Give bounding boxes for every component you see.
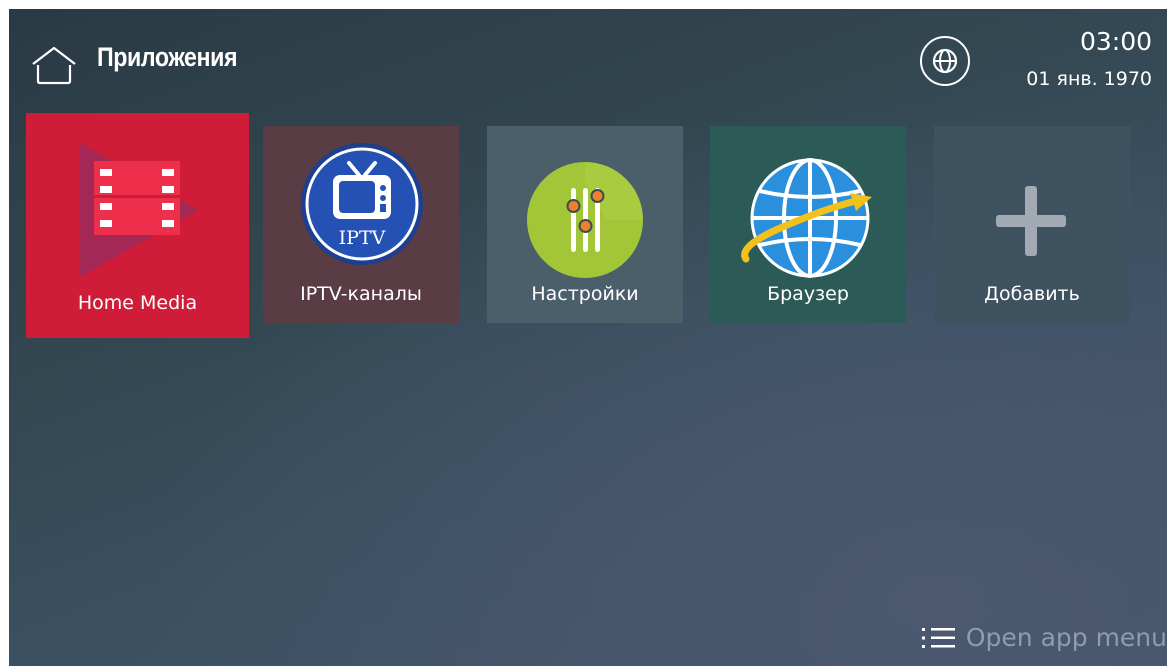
app-tile-home-media[interactable]: Home Media — [26, 113, 249, 338]
launcher-screen: Приложения 03:00 01 янв. 1970 Home Media… — [9, 9, 1167, 666]
network-button[interactable] — [920, 36, 970, 86]
app-label: Добавить — [984, 283, 1080, 305]
app-label: Home Media — [77, 292, 198, 314]
app-tile-browser[interactable]: Браузер — [710, 126, 906, 323]
iptv-tv-icon: IPTV — [301, 143, 423, 265]
app-tile-add[interactable]: Добавить — [934, 126, 1130, 323]
app-tile-settings[interactable]: Настройки — [487, 126, 683, 323]
iptv-badge: IPTV — [339, 227, 386, 249]
top-bar: Приложения 03:00 01 янв. 1970 — [9, 9, 1167, 109]
globe-orbit-icon — [741, 158, 872, 278]
open-app-menu-hint[interactable]: Open app menu — [921, 623, 1167, 652]
app-label: Настройки — [531, 283, 639, 305]
clock-time: 03:00 — [1079, 27, 1152, 56]
app-label: Браузер — [767, 283, 849, 305]
clock-date: 01 янв. 1970 — [1026, 68, 1152, 90]
app-tile-iptv[interactable]: IPTV IPTV-каналы — [263, 126, 459, 323]
app-label: IPTV-каналы — [300, 283, 422, 305]
globe-icon — [932, 48, 958, 74]
page-title: Приложения — [97, 42, 238, 72]
list-menu-icon — [921, 627, 955, 648]
home-icon[interactable] — [29, 44, 79, 86]
play-movies-icon — [80, 143, 198, 277]
menu-hint-label: Open app menu — [965, 623, 1167, 652]
equalizer-sliders-icon — [527, 162, 643, 278]
plus-icon — [996, 186, 1066, 256]
